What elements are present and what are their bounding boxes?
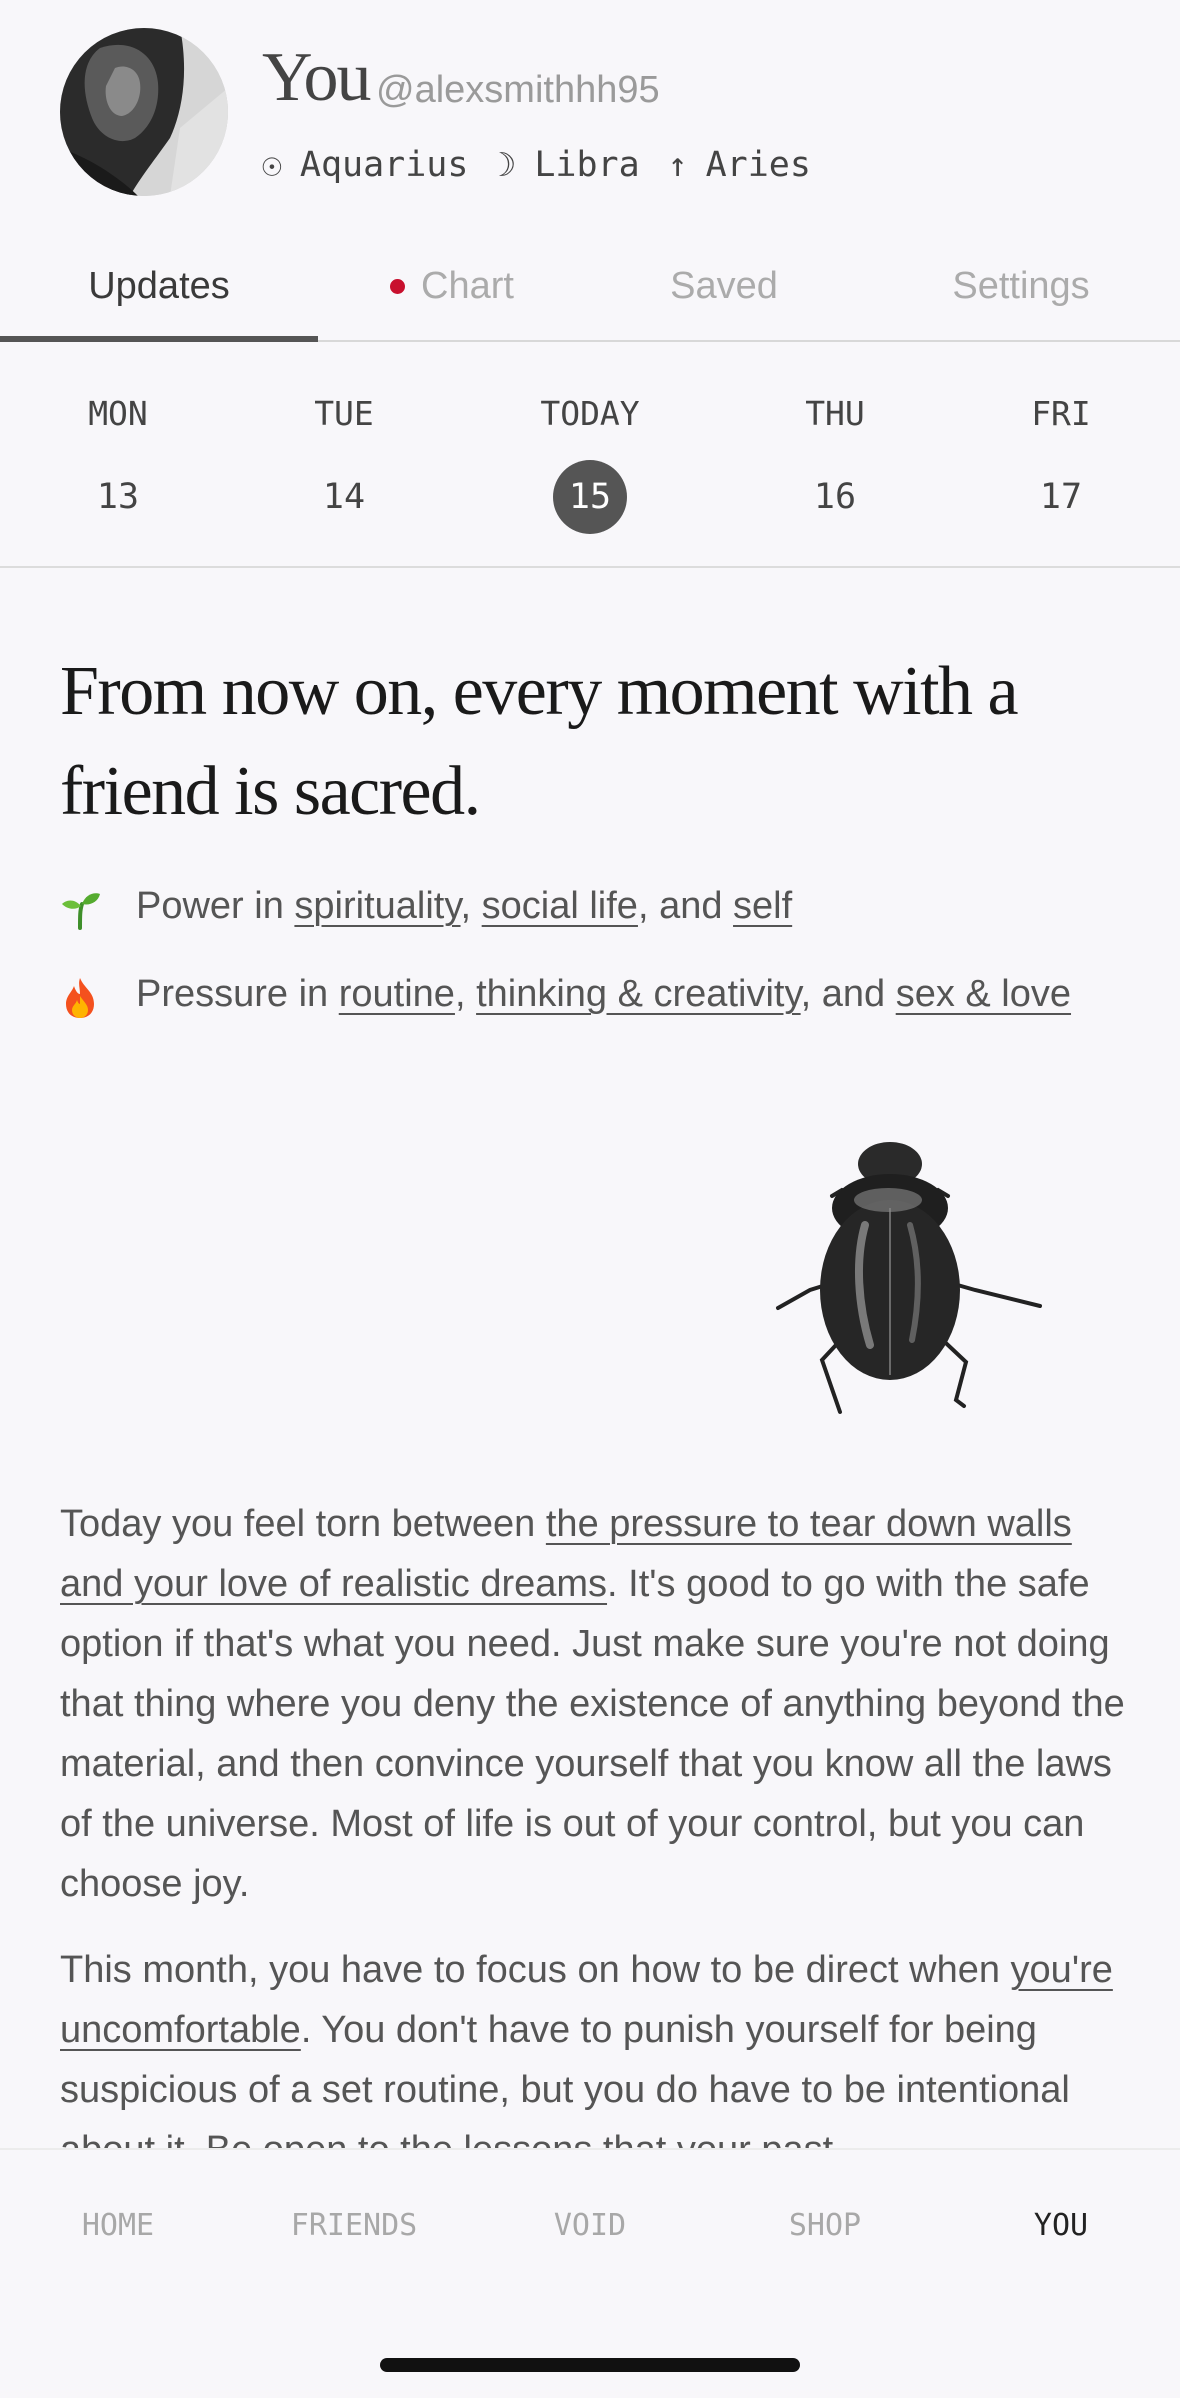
nav-home[interactable]: HOME (18, 2206, 218, 2246)
power-prefix: Power in (136, 885, 295, 927)
paragraph-text: This month, you have to focus on how to … (60, 1949, 1011, 1991)
day-thu[interactable]: THU 16 (755, 392, 915, 534)
nav-you[interactable]: YOU (961, 2206, 1161, 2246)
day-today[interactable]: TODAY 15 (510, 392, 670, 534)
home-indicator[interactable] (380, 2358, 800, 2372)
day-name: FRI (1031, 394, 1091, 433)
day-name: THU (805, 394, 865, 433)
fire-icon (60, 964, 136, 1024)
monthly-reading-paragraph: This month, you have to focus on how to … (60, 1940, 1130, 2180)
tab-chart-label: Chart (421, 264, 514, 307)
profile-tabs: Updates Chart Saved Settings (0, 232, 1180, 342)
day-fri[interactable]: FRI 17 (981, 392, 1141, 534)
pressure-prefix: Pressure in (136, 973, 339, 1015)
tab-settings[interactable]: Settings (862, 232, 1180, 340)
notification-dot-icon (390, 278, 406, 294)
paragraph-text: Today you feel torn between (60, 1503, 546, 1545)
moon-sign: Libra (534, 145, 640, 185)
tab-updates-label: Updates (88, 264, 230, 307)
day-number: 17 (1039, 477, 1083, 517)
tab-saved[interactable]: Saved (586, 232, 862, 340)
nav-friends[interactable]: FRIENDS (254, 2206, 454, 2246)
sun-sign: Aquarius (299, 145, 469, 185)
power-link-self[interactable]: self (733, 885, 792, 927)
tab-chart[interactable]: Chart (318, 232, 586, 340)
sun-icon: ☉ (262, 145, 282, 184)
pressure-row: Pressure in routine, thinking & creativi… (60, 964, 1120, 1024)
profile-handle: @alexsmithhh95 (376, 69, 660, 111)
power-row: Power in spirituality, social life, and … (60, 876, 1120, 936)
daily-reading-paragraph: Today you feel torn between the pressure… (60, 1494, 1130, 1914)
tab-updates[interactable]: Updates (0, 232, 318, 342)
power-link-spirituality[interactable]: spirituality (294, 885, 460, 927)
day-number: 16 (813, 477, 857, 517)
daily-headline: From now on, every moment with a friend … (60, 653, 1019, 830)
day-name: TODAY (540, 394, 640, 433)
day-selector: MON 13 TUE 14 TODAY 15 THU 16 FRI 17 (0, 342, 1180, 568)
day-number: 13 (96, 477, 140, 517)
pressure-link-sex-love[interactable]: sex & love (896, 973, 1071, 1015)
pressure-link-thinking-creativity[interactable]: thinking & creativity (476, 973, 801, 1015)
nav-void[interactable]: VOID (490, 2206, 690, 2246)
seedling-icon (60, 876, 136, 936)
day-mon[interactable]: MON 13 (38, 392, 198, 534)
rising-sign: Aries (705, 145, 811, 185)
profile-name: You (262, 39, 372, 116)
pressure-link-routine[interactable]: routine (339, 973, 455, 1015)
power-link-social-life[interactable]: social life (482, 885, 638, 927)
tab-saved-label: Saved (670, 264, 778, 307)
day-name: MON (88, 394, 148, 433)
day-number: 14 (322, 477, 366, 517)
day-tue[interactable]: TUE 14 (264, 392, 424, 534)
rising-icon: ↑ (667, 145, 688, 184)
big-three-signs: ☉ Aquarius ☽ Libra ↑ Aries (262, 142, 811, 188)
beetle-illustration (770, 1130, 1050, 1420)
avatar[interactable] (60, 28, 228, 196)
tab-settings-label: Settings (952, 264, 1090, 307)
day-name: TUE (314, 394, 374, 433)
paragraph-text: . It's good to go with the safe option i… (60, 1563, 1125, 1905)
moon-icon: ☽ (496, 145, 517, 184)
nav-shop[interactable]: SHOP (725, 2206, 925, 2246)
day-number-selected: 15 (553, 460, 627, 534)
